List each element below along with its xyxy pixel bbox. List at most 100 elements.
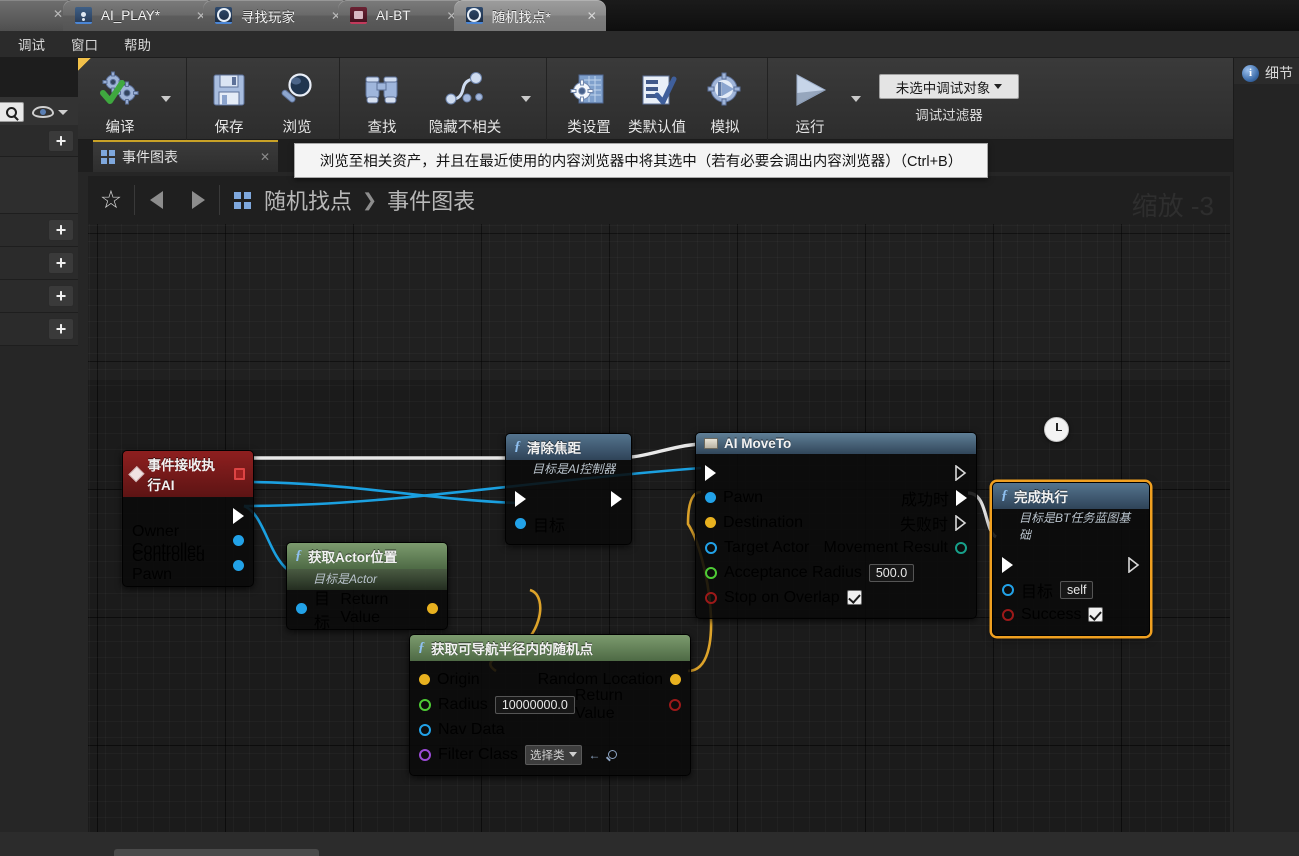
simulate-button[interactable]: 模拟	[692, 61, 758, 137]
tab-event-graph[interactable]: 事件图表 ✕	[93, 140, 278, 172]
object-input-pin[interactable]	[705, 541, 717, 554]
pin-row-exec[interactable]	[993, 552, 1149, 577]
class-input-pin[interactable]	[419, 748, 431, 761]
object-output-pin[interactable]	[233, 560, 244, 571]
stop-on-overlap-checkbox[interactable]	[846, 590, 862, 605]
eye-visibility-icon[interactable]	[32, 106, 54, 118]
back-button[interactable]	[135, 176, 177, 224]
node-event-receive-execute-ai[interactable]: 事件接收执行AI Owner Controller Controlled Paw…	[122, 450, 254, 587]
node-clear-focus[interactable]: ƒ 清除焦距 目标是AI控制器 目标	[505, 433, 632, 545]
node-get-random-point-in-navigable-radius[interactable]: ƒ 获取可导航半径内的随机点 Origin Random Location Ra…	[409, 634, 691, 776]
add-button[interactable]: +	[48, 219, 74, 241]
add-button[interactable]: +	[48, 318, 74, 340]
hide-unrelated-button[interactable]: 隐藏不相关	[417, 61, 513, 137]
struct-output-pin[interactable]	[670, 674, 681, 685]
breadcrumb-root[interactable]: 随机找点	[264, 184, 352, 216]
asset-tab-ai-bt[interactable]: AI-BT ✕	[338, 0, 466, 31]
object-output-pin[interactable]	[233, 535, 244, 546]
float-input-pin[interactable]	[705, 566, 717, 579]
compile-options-caret-icon[interactable]	[161, 96, 171, 102]
class-settings-gear-icon	[566, 68, 612, 112]
save-button[interactable]: 保存	[196, 61, 262, 137]
class-defaults-button[interactable]: 类默认值	[624, 61, 690, 137]
use-selected-asset-icon[interactable]: ←	[589, 748, 601, 762]
debug-object-select[interactable]: 未选中调试对象	[879, 74, 1019, 99]
toolbar-group-graph: 查找 隐藏不相关	[340, 58, 547, 140]
node-ai-move-to[interactable]: AI MoveTo Pawn 成功时 Destination 失败时 Targe…	[695, 417, 1069, 619]
pin-row-pawn[interactable]: Pawn 成功时	[696, 485, 976, 510]
struct-input-pin[interactable]	[419, 674, 430, 685]
exec-input-pin[interactable]	[515, 490, 526, 507]
object-input-pin[interactable]	[419, 723, 431, 736]
pin-label: 失败时	[899, 516, 948, 534]
compile-button[interactable]: 编译	[87, 61, 153, 137]
object-input-pin[interactable]	[705, 492, 716, 503]
class-settings-button[interactable]: 类设置	[556, 61, 622, 137]
object-input-pin[interactable]	[296, 603, 307, 614]
pin-row-exec[interactable]	[696, 460, 976, 485]
asset-tab-random-point[interactable]: 随机找点* ✕	[453, 0, 606, 31]
exec-output-pin-fail[interactable]	[955, 514, 967, 531]
chevron-down-icon[interactable]	[58, 110, 68, 115]
radius-input[interactable]: 10000000.0	[494, 695, 575, 714]
close-icon[interactable]: ✕	[260, 150, 270, 164]
menu-item-help[interactable]: 帮助	[124, 34, 151, 54]
enum-output-pin[interactable]	[955, 541, 967, 554]
float-input-pin[interactable]	[419, 698, 431, 711]
run-button[interactable]: 运行	[777, 61, 843, 137]
forward-button[interactable]	[177, 176, 219, 224]
tooltip: 浏览至相关资产，并且在最近使用的内容浏览器中将其选中（若有必要会调出内容浏览器）…	[294, 143, 988, 178]
tab-close-icon[interactable]: ✕	[584, 8, 600, 24]
object-input-pin[interactable]	[1002, 583, 1014, 596]
bool-input-pin[interactable]	[1002, 608, 1014, 621]
asset-tab-find-player[interactable]: 寻找玩家 ✕	[203, 0, 351, 31]
bool-output-pin[interactable]	[669, 698, 681, 711]
blueprint-graph-canvas[interactable]: 蓝图 https://blog.csdn.net/qq_52269550 事件接…	[88, 224, 1230, 832]
exec-output-pin[interactable]	[955, 464, 967, 481]
exec-output-pin[interactable]	[1128, 556, 1140, 573]
browse-asset-icon[interactable]	[607, 750, 617, 759]
add-button[interactable]: +	[48, 285, 74, 307]
breadcrumb-leaf[interactable]: 事件图表	[387, 184, 475, 216]
zoom-level-label: 缩放 -3	[1131, 191, 1214, 221]
asset-tab-ai-play[interactable]: AI_PLAY* ✕	[63, 0, 216, 31]
tab-details[interactable]: i 细节	[1242, 63, 1293, 83]
favorite-star-icon[interactable]: ☆	[88, 176, 134, 224]
target-self-value[interactable]: self	[1060, 580, 1094, 599]
success-checkbox[interactable]	[1088, 607, 1104, 622]
filter-class-select[interactable]: 选择类	[525, 744, 582, 765]
node-finish-execute[interactable]: ƒ 完成执行 目标是BT任务蓝图基础 目标 self Success	[992, 482, 1150, 636]
exec-input-pin[interactable]	[1002, 556, 1013, 573]
exec-output-pin[interactable]	[611, 490, 622, 507]
exec-output-pin-success[interactable]	[956, 489, 967, 506]
exec-input-pin[interactable]	[705, 464, 716, 481]
pin-row-acceptance-radius[interactable]: Acceptance Radius 500.0	[696, 560, 976, 585]
pin-row-exec[interactable]	[506, 486, 631, 511]
bool-input-pin[interactable]	[705, 591, 717, 604]
struct-input-pin[interactable]	[705, 517, 716, 528]
pin-row-radius[interactable]: Radius 10000000.0 Return Value	[410, 687, 690, 722]
pin-row-target-return[interactable]: 目标 Return Value	[287, 591, 447, 632]
pin-row-stop-on-overlap[interactable]: Stop on Overlap	[696, 585, 976, 610]
pin-row-target[interactable]: 目标	[506, 511, 631, 536]
browse-button[interactable]: 浏览	[264, 61, 330, 137]
pin-row-destination[interactable]: Destination 失败时	[696, 510, 976, 535]
acceptance-radius-input[interactable]: 500.0	[868, 563, 915, 582]
pin-row-controlled-pawn[interactable]: Controlled Pawn	[123, 548, 253, 583]
menu-item-debug[interactable]: 调试	[18, 34, 45, 54]
object-input-pin[interactable]	[515, 518, 526, 529]
run-options-caret-icon[interactable]	[851, 96, 861, 102]
add-button[interactable]: +	[48, 130, 74, 152]
menu-item-window[interactable]: 窗口	[71, 34, 98, 54]
exec-output-pin[interactable]	[233, 507, 244, 524]
hide-unrelated-caret-icon[interactable]	[521, 96, 531, 102]
find-button[interactable]: 查找	[349, 61, 415, 137]
node-get-actor-location[interactable]: ƒ 获取Actor位置 目标是Actor 目标 Return Value	[286, 542, 448, 632]
struct-output-pin[interactable]	[427, 603, 438, 614]
pin-row-target-actor[interactable]: Target Actor Movement Result	[696, 535, 976, 560]
pin-row-success[interactable]: Success	[993, 602, 1149, 627]
pin-row-target[interactable]: 目标 self	[993, 577, 1149, 602]
search-input[interactable]	[0, 102, 24, 122]
pin-row-filter-class[interactable]: Filter Class 选择类 ←	[410, 742, 690, 767]
add-button[interactable]: +	[48, 252, 74, 274]
